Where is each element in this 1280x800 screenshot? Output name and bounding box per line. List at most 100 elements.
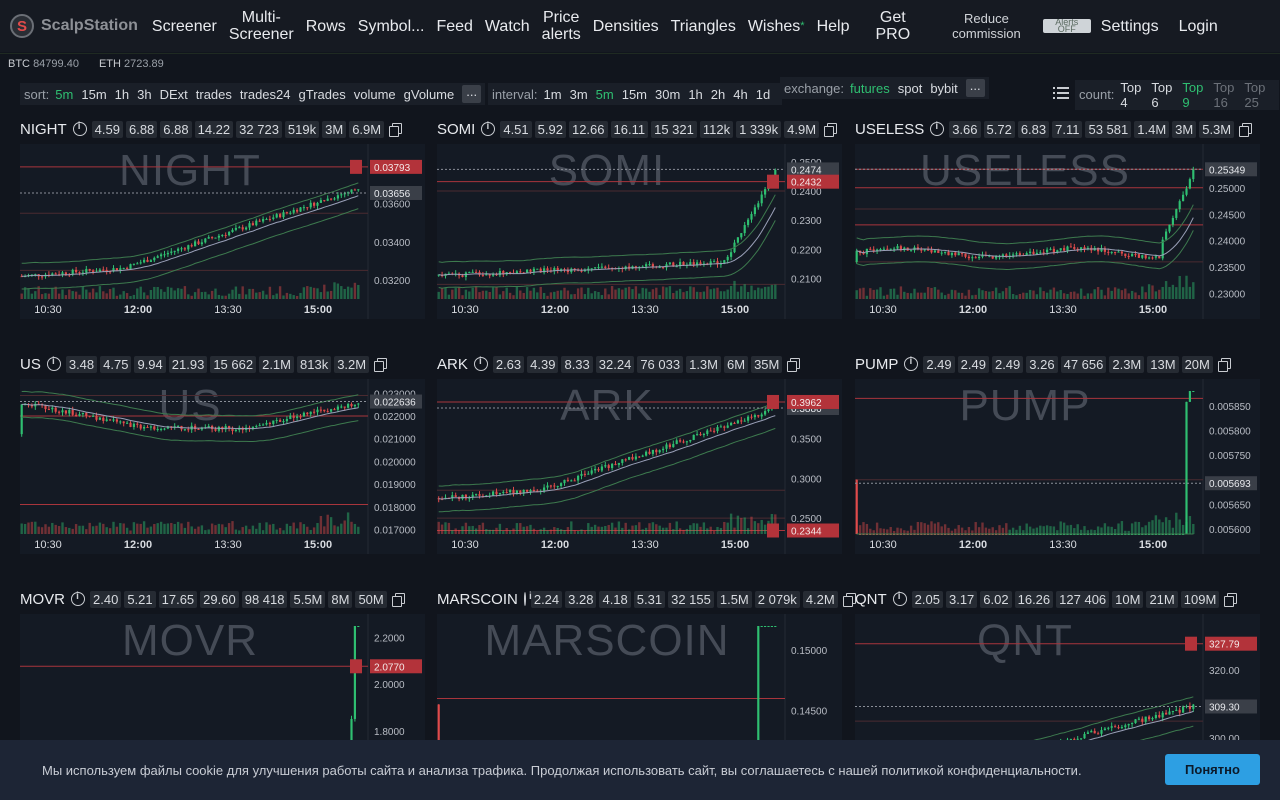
nav-multi[interactable]: Multi- Screener [223,9,300,43]
symbol-name[interactable]: ARK [437,356,468,373]
copy-icon[interactable] [787,357,801,372]
sort-option-trades[interactable]: trades [196,87,232,102]
copy-icon[interactable] [824,122,838,137]
ticker-btc[interactable]: BTC 84799.40 [8,58,79,70]
interval-option-5m[interactable]: 5m [596,87,614,102]
sort-option-3h[interactable]: 3h [137,87,151,102]
count-top-16[interactable]: Top 16 [1213,80,1244,110]
sort-option-gtrades[interactable]: gTrades [299,87,346,102]
candle [495,491,498,495]
symbol-name[interactable]: PUMP [855,356,898,373]
nav-login[interactable]: Login [1173,18,1224,35]
copy-icon[interactable] [1224,592,1238,607]
sort-option-15m[interactable]: 15m [81,87,106,102]
alert-marker-icon[interactable] [767,394,779,409]
interval-option-2h[interactable]: 2h [711,87,725,102]
copy-icon[interactable] [1239,122,1253,137]
interval-option-3m[interactable]: 3m [570,87,588,102]
exchange-option-spot[interactable]: spot [898,81,923,96]
volume-bar [964,530,967,534]
sort-option-trades24[interactable]: trades24 [240,87,291,102]
alert-marker-icon[interactable] [767,174,779,189]
volume-bar [889,288,892,299]
nav-settings[interactable]: Settings [1095,18,1165,35]
nav-wishes[interactable]: Wishes* [742,18,811,35]
copy-icon[interactable] [389,122,403,137]
nav-commission[interactable]: Reduce commission [946,11,1027,41]
sort-option-1h[interactable]: 1h [115,87,129,102]
symbol-name[interactable]: MOVR [20,591,65,608]
info-icon[interactable] [930,121,945,136]
list-view-icon[interactable] [1053,86,1069,100]
ticker-eth[interactable]: ETH 2723.89 [99,58,164,70]
interval-option-4h[interactable]: 4h [733,87,747,102]
volume-bar [282,295,285,299]
nav-alerts[interactable]: Price alerts [536,9,587,43]
alert-marker-icon[interactable] [350,159,362,174]
chart-panel-ark[interactable]: ARK 2.634.398.3332.2476 0331.3M6M35MARK 0.… [437,353,842,554]
symbol-name[interactable]: US [20,356,41,373]
interval-option-1m[interactable]: 1m [544,87,562,102]
chart-panel-somi[interactable]: SOMI 4.515.9212.6616.1115 321112k1 339k4.… [437,118,842,319]
exchange-option-bybit[interactable]: bybit [930,81,957,96]
nav-screener[interactable]: Screener [146,18,223,35]
count-top-9[interactable]: Top 9 [1182,80,1213,110]
chart-area[interactable]: ARK 0.3500 0.3000 0.2500 10:30 12:00 13:30 15:0… [437,379,842,554]
chart-svg: 0.0058500.0058000.0057500.0057000.005650… [855,379,1257,554]
info-icon[interactable] [892,591,907,606]
cookie-accept-button[interactable]: Понятно [1165,754,1260,785]
nav-watch[interactable]: Watch [479,18,536,35]
exchange-option-futures[interactable]: futures [850,81,890,96]
chart-area[interactable]: USELESS 0.25000 0.24500 0.24000 0.23500 0.230… [855,144,1260,319]
sort-option-dext[interactable]: DExt [160,87,188,102]
chart-panel-night[interactable]: NIGHT4.596.886.8814.2232 723519k3M6.9MNI… [20,118,425,319]
alert-marker-icon[interactable] [350,659,362,674]
sort-option-volume[interactable]: volume [354,87,396,102]
chart-panel-pump[interactable]: PUMP2.492.492.493.2647 6562.3M13M20MPUMP… [855,353,1260,554]
symbol-name[interactable]: QNT [855,591,887,608]
sort-option-5m[interactable]: 5m [55,87,73,102]
info-icon[interactable] [46,356,61,371]
chart-panel-useless[interactable]: USELESS 3.665.726.837.1153 5811.4M3M5.3MU… [855,118,1260,319]
copy-icon[interactable] [391,592,405,607]
sort-option-gvolume[interactable]: gVolume [404,87,455,102]
nav-rows[interactable]: Rows [300,18,352,35]
info-icon[interactable] [481,121,496,136]
nav-densities[interactable]: Densities [587,18,665,35]
alert-marker-icon[interactable] [1185,636,1197,651]
chart-area[interactable]: US0.0230000.0220000.0210000.0200000.0190… [20,379,425,554]
exchange-more-button[interactable]: ... [965,79,985,97]
sort-more-button[interactable]: ... [462,85,482,103]
copy-icon[interactable] [1217,357,1231,372]
nav-pro[interactable]: Get PRO [869,9,916,43]
symbol-name[interactable]: SOMI [437,121,475,138]
info-icon[interactable] [473,356,488,371]
info-icon[interactable] [72,121,87,136]
info-icon[interactable] [71,591,85,606]
count-top-6[interactable]: Top 6 [1151,80,1182,110]
chart-area[interactable]: SOMI0.25000.24000.23000.22000.210010:301… [437,144,842,319]
symbol-name[interactable]: MARSCOIN [437,591,518,608]
logo[interactable]: S ScalpStation [0,14,138,38]
chart-area[interactable]: PUMP0.0058500.0058000.0057500.0057000.00… [855,379,1260,554]
candle [197,429,200,431]
count-top-25[interactable]: Top 25 [1244,80,1275,110]
alerts-toggle[interactable]: Alerts OFF [1042,19,1091,33]
interval-option-15m[interactable]: 15m [622,87,647,102]
symbol-name[interactable]: USELESS [855,121,924,138]
copy-icon[interactable] [374,357,388,372]
count-top-4[interactable]: Top 4 [1120,80,1151,110]
interval-option-30m[interactable]: 30m [655,87,680,102]
chart-panel-us[interactable]: US 3.484.759.9421.9315 6622.1M813k3.2MUS 0… [20,353,425,554]
info-icon[interactable] [523,591,536,606]
nav-help[interactable]: Help [811,18,856,35]
nav-symbols[interactable]: Symbol... [352,18,431,35]
alert-marker-icon[interactable] [767,523,779,538]
interval-option-1h[interactable]: 1h [688,87,702,102]
info-icon[interactable] [904,356,919,371]
nav-triangles[interactable]: Triangles [665,18,742,35]
nav-feed[interactable]: Feed [430,18,478,35]
chart-area[interactable]: NIGHT 0.03600 0.03400 0.03200 10:30 12:00 13:3… [20,144,425,319]
interval-option-1d[interactable]: 1d [756,87,770,102]
symbol-name[interactable]: NIGHT [20,121,67,138]
